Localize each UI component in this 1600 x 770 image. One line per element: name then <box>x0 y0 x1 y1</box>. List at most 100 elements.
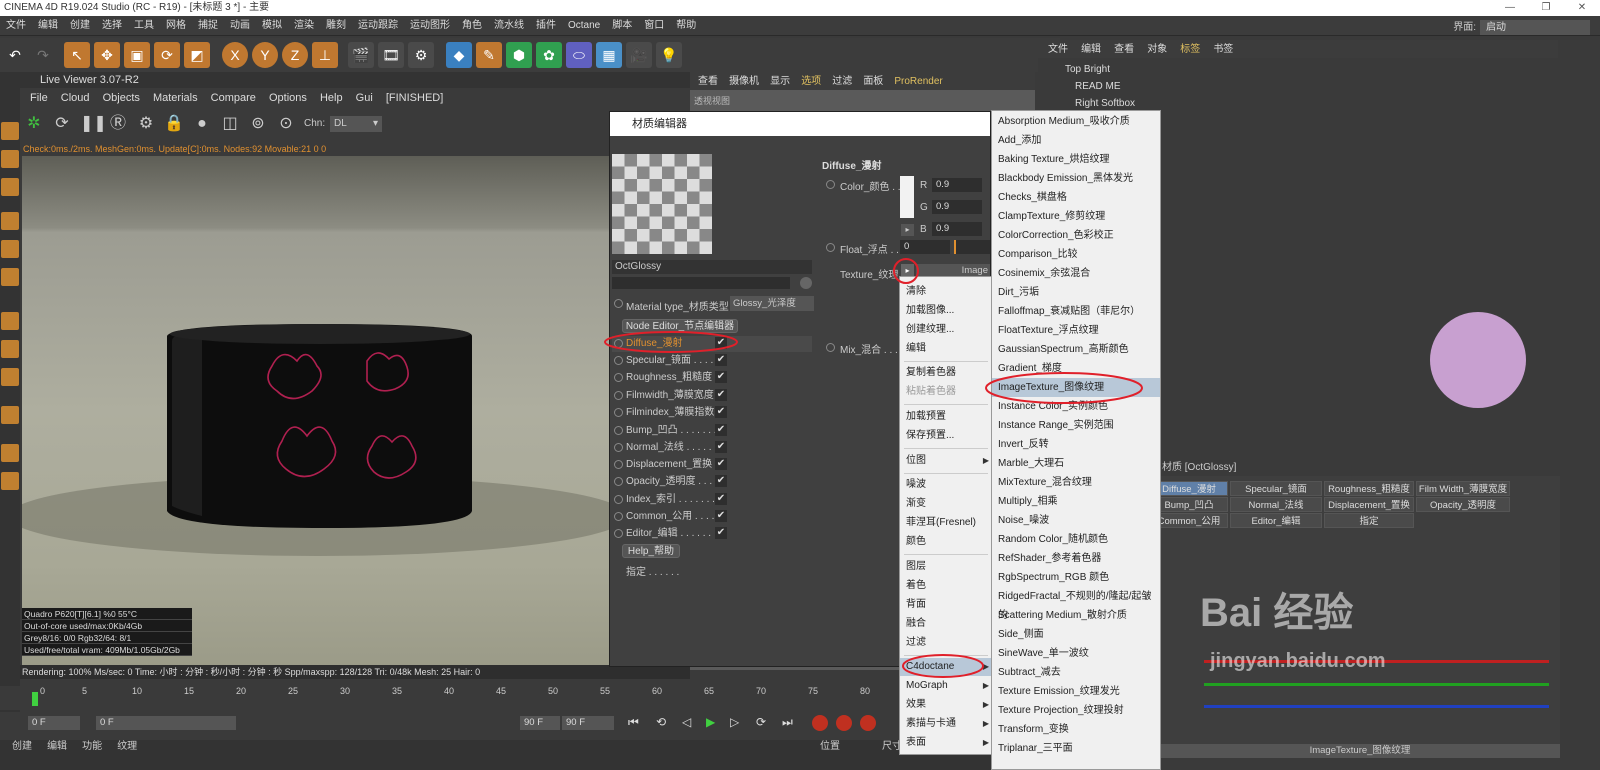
attr-tab-bump[interactable]: Bump_凹凸 <box>1150 497 1228 512</box>
submenu-item-imagetexture[interactable]: ImageTexture_图像纹理 <box>992 378 1160 397</box>
submenu-item[interactable]: RgbSpectrum_RGB 颜色 <box>992 568 1160 587</box>
submenu-item[interactable]: Scattering Medium_散射介质 <box>992 606 1160 625</box>
vp-tab-display[interactable]: 显示 <box>770 76 790 87</box>
model-mode-icon[interactable] <box>1 122 19 140</box>
workplane-mode-icon[interactable] <box>1 178 19 196</box>
b-value[interactable]: 0.9 <box>932 222 982 236</box>
camera-icon[interactable]: 🎥 <box>626 42 652 68</box>
pen-icon[interactable]: ✎ <box>476 42 502 68</box>
float-value[interactable]: 0 <box>900 240 950 254</box>
end-frame-field[interactable]: 90 F <box>520 716 560 730</box>
menu-item-color[interactable]: 颜色 <box>900 533 993 551</box>
radio-icon[interactable] <box>826 343 835 352</box>
settings-gear-icon[interactable]: ⚙ <box>136 114 156 134</box>
mat-tab-function[interactable]: 功能 <box>82 741 102 752</box>
menu-item-filter[interactable]: 过滤 <box>900 634 993 652</box>
lv-menu-cloud[interactable]: Cloud <box>61 92 90 104</box>
channel-checkbox[interactable]: ✔ <box>715 510 727 522</box>
r-value[interactable]: 0.9 <box>932 178 982 192</box>
lv-menu-gui[interactable]: Gui <box>356 92 373 104</box>
lv-menu-file[interactable]: File <box>30 92 48 104</box>
redo-icon[interactable]: ↷ <box>30 42 56 68</box>
texture-mode-icon[interactable] <box>1 150 19 168</box>
z-axis-button[interactable]: Z <box>282 42 308 68</box>
render-image[interactable] <box>8 156 628 666</box>
channel-opacity[interactable]: Opacity_透明度 . . . . ✔ <box>612 474 812 490</box>
material-name-field[interactable]: OctGlossy <box>612 260 812 274</box>
pick-focus-icon[interactable]: ⊙ <box>276 114 296 134</box>
menu-help[interactable]: 帮助 <box>670 16 702 36</box>
color-swatch[interactable] <box>900 176 914 218</box>
max-frame-field[interactable]: 90 F <box>562 716 614 730</box>
menu-plugins[interactable]: 插件 <box>530 16 562 36</box>
subdivision-icon[interactable]: ⬢ <box>506 42 532 68</box>
menu-window[interactable]: 窗口 <box>638 16 670 36</box>
maximize-icon[interactable]: ❐ <box>1528 0 1564 16</box>
submenu-item[interactable]: Comparison_比较 <box>992 245 1160 264</box>
scale-icon[interactable]: ▣ <box>124 42 150 68</box>
om-menu-view[interactable]: 查看 <box>1114 44 1134 55</box>
menu-file[interactable]: 文件 <box>0 16 32 36</box>
channel-checkbox[interactable]: ✔ <box>715 354 727 366</box>
picker-icon[interactable] <box>800 277 812 289</box>
submenu-item[interactable]: Subtract_减去 <box>992 663 1160 682</box>
channel-common[interactable]: Common_公用 . . . . . ✔ <box>612 509 812 525</box>
menu-item-bitmap[interactable]: 位图 ▶ <box>900 452 993 470</box>
mat-tab-edit[interactable]: 编辑 <box>47 741 67 752</box>
start-frame-field[interactable]: 0 F <box>28 716 80 730</box>
channel-checkbox[interactable]: ✔ <box>715 371 727 383</box>
submenu-item[interactable]: Add_添加 <box>992 131 1160 150</box>
autokey-icon[interactable] <box>836 715 852 731</box>
radio-icon[interactable] <box>614 299 623 308</box>
submenu-item[interactable]: Side_侧面 <box>992 625 1160 644</box>
select-icon[interactable]: ↖ <box>64 42 90 68</box>
attr-tab-common[interactable]: Common_公用 <box>1150 513 1228 528</box>
menu-item-copy-shader[interactable]: 复制着色器 <box>900 364 993 382</box>
g-value[interactable]: 0.9 <box>932 200 982 214</box>
current-frame-field[interactable]: 0 F <box>96 716 236 730</box>
submenu-item[interactable]: RidgedFractal_不规则的/隆起/起皱的 <box>992 587 1160 621</box>
polygons-mode-icon[interactable] <box>1 268 19 286</box>
menu-item-gradient[interactable]: 渐变 <box>900 495 993 513</box>
menu-tools[interactable]: 工具 <box>128 16 160 36</box>
vp-tab-panel[interactable]: 面板 <box>863 76 883 87</box>
menu-render[interactable]: 渲染 <box>288 16 320 36</box>
menu-item-colorizer[interactable]: 着色 <box>900 577 993 595</box>
submenu-item[interactable]: Multiply_相乘 <box>992 492 1160 511</box>
channel-bump[interactable]: Bump_凹凸 . . . . . . . ✔ <box>612 423 812 439</box>
channel-roughness[interactable]: Roughness_粗糙度 . . ✔ <box>612 370 812 386</box>
color-expand-icon[interactable]: ▸ <box>901 224 914 236</box>
record-icon[interactable] <box>812 715 828 731</box>
om-menu-objects[interactable]: 对象 <box>1147 44 1167 55</box>
mat-tab-create[interactable]: 创建 <box>12 741 32 752</box>
channel-editor[interactable]: Editor_编辑 . . . . . . ✔ <box>612 526 812 542</box>
submenu-item[interactable]: Transform_变换 <box>992 720 1160 739</box>
menu-item-backface[interactable]: 背面 <box>900 596 993 614</box>
submenu-item[interactable]: Absorption Medium_吸收介质 <box>992 112 1160 131</box>
help-button[interactable]: Help_帮助 <box>622 544 680 558</box>
menu-item-mograph[interactable]: MoGraph ▶ <box>900 677 993 695</box>
points-mode-icon[interactable] <box>1 212 19 230</box>
submenu-item[interactable]: Blackbody Emission_黑体发光 <box>992 169 1160 188</box>
playhead[interactable] <box>32 692 38 706</box>
menu-octane[interactable]: Octane <box>562 16 606 36</box>
attr-tab-editor[interactable]: Editor_编辑 <box>1230 513 1322 528</box>
om-menu-edit[interactable]: 编辑 <box>1081 44 1101 55</box>
timeline-ruler[interactable]: 0 5 10 15 20 25 30 35 40 45 50 55 60 65 … <box>0 686 900 710</box>
menu-item-edit[interactable]: 编辑 <box>900 340 993 358</box>
octane-logo-icon[interactable]: ✲ <box>24 114 44 134</box>
snap-icon[interactable] <box>1 368 19 386</box>
menu-create[interactable]: 创建 <box>64 16 96 36</box>
vp-tab-options[interactable]: 选项 <box>801 76 821 87</box>
lv-menu-help[interactable]: Help <box>320 92 343 104</box>
submenu-item[interactable]: SineWave_单一波纹 <box>992 644 1160 663</box>
menu-item-create-texture[interactable]: 创建纹理... <box>900 321 993 339</box>
attr-tab-opacity[interactable]: Opacity_透明度 <box>1416 497 1510 512</box>
menu-motion-tracker[interactable]: 运动跟踪 <box>352 16 404 36</box>
submenu-item[interactable]: Texture Emission_纹理发光 <box>992 682 1160 701</box>
channel-dropdown[interactable]: DL ▾ <box>330 116 382 132</box>
menu-item-sketch-toon[interactable]: 素描与卡通 ▶ <box>900 715 993 733</box>
om-menu-file[interactable]: 文件 <box>1048 44 1068 55</box>
vp-tab-prorender[interactable]: ProRender <box>894 76 942 87</box>
menu-item-load-preset[interactable]: 加载预置 <box>900 408 993 426</box>
